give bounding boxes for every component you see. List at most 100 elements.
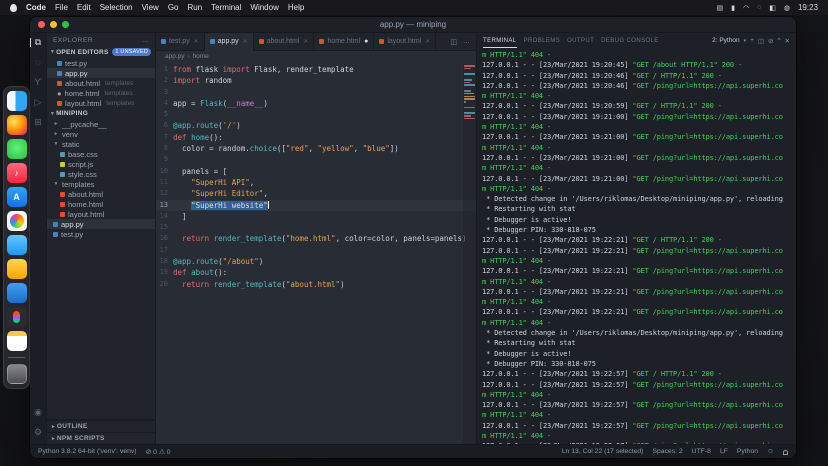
code-line[interactable]: 11 "SuperHi API", [156,177,476,188]
notifications-bell-icon[interactable] [783,450,788,454]
tree-item-static[interactable]: ▾static [47,139,155,149]
tab-app.py[interactable]: app.py✕ [205,33,254,51]
code-line[interactable]: 13 "SuperHi website" [156,200,476,211]
dock-icon-twitter[interactable] [7,235,27,255]
code-line[interactable]: 20 return render_template("about.html") [156,279,476,290]
split-editor-icon[interactable]: ◫ [450,38,457,46]
code-line[interactable]: 6@app.route('/') [156,120,476,131]
zoom-window-button[interactable] [62,21,69,28]
menu-item-edit[interactable]: Edit [77,3,91,12]
tree-item-home.html[interactable]: home.html [47,199,155,209]
code-line[interactable]: 3 [156,87,476,98]
menu-item-view[interactable]: View [142,3,159,12]
close-icon[interactable]: ✕ [194,38,199,45]
panel-tab-terminal[interactable]: TERMINAL [483,33,517,48]
menu-item-code[interactable]: Code [26,3,46,12]
more-actions-icon[interactable]: … [142,37,149,44]
dock-icon-music[interactable]: ♪ [7,163,27,183]
panel-tab-output[interactable]: OUTPUT [567,33,594,48]
split-terminal-icon[interactable]: ◫ [758,37,764,45]
tree-item-templates[interactable]: ▾templates [47,179,155,189]
status-feedback[interactable]: ☺ [767,448,774,455]
breadcrumb-item[interactable]: app.py [165,53,185,60]
extensions-icon[interactable]: ⊞ [30,118,46,127]
open-editor-home.html[interactable]: ●home.htmltemplates [47,88,155,98]
kill-terminal-icon[interactable]: ⊘ [768,37,773,45]
shell-selector[interactable]: 2: Python [712,37,739,44]
status-eol[interactable]: LF [720,448,728,455]
close-panel-icon[interactable]: ✕ [785,37,790,45]
code-line[interactable]: 10 panels = [ [156,166,476,177]
dock-icon-figma[interactable] [7,307,27,327]
code-line[interactable]: 8 color = random.choice(["red", "yellow"… [156,143,476,154]
section-outline[interactable]: OUTLINE [47,420,155,432]
settings-icon[interactable]: ⚙ [30,428,46,437]
menu-item-file[interactable]: File [55,3,68,12]
status-python-interpreter[interactable]: Python 3.8.2 64-bit ('venv': venv) [38,448,137,455]
status-encoding[interactable]: UTF-8 [692,448,711,455]
code-line[interactable]: 1from flask import Flask, render_templat… [156,64,476,75]
menu-item-terminal[interactable]: Terminal [211,3,241,12]
spotlight-icon[interactable]: ◌ [757,4,761,11]
close-icon[interactable]: ✕ [425,38,430,45]
siri-icon[interactable]: ◍ [784,4,790,12]
status-problems[interactable]: ⊘ 0 ⚠ 0 [146,448,171,456]
menu-clock[interactable]: 19:23 [798,3,818,12]
wifi-icon[interactable]: ◠ [743,4,749,12]
open-editors-header[interactable]: OPEN EDITORS 1 UNSAVED [47,46,155,58]
run-debug-icon[interactable]: ▷ [30,98,46,107]
code-line[interactable]: 5 [156,109,476,120]
tree-item-test.py[interactable]: test.py [47,229,155,239]
window-title-bar[interactable]: app.py — miniping [30,17,796,33]
close-window-button[interactable] [38,21,45,28]
tab-about.html[interactable]: about.html✕ [254,33,315,50]
dock-icon-vscode[interactable] [7,283,27,303]
tab-home.html[interactable]: home.html● [314,33,374,50]
tree-item-__pycache__[interactable]: ▸__pycache__ [47,119,155,129]
status-language-mode[interactable]: Python [737,448,758,455]
project-header[interactable]: MINIPING [47,108,155,119]
open-editor-app.py[interactable]: app.py [47,68,155,78]
breadcrumb-item[interactable]: home [193,53,209,60]
dock-icon-sketch[interactable] [7,259,27,279]
dock-icon-appstore[interactable]: A [7,187,27,207]
tab-layout.html[interactable]: layout.html✕ [374,33,436,50]
maximize-panel-icon[interactable]: ^ [777,37,780,45]
tree-item-venv[interactable]: ▸venv [47,129,155,139]
source-control-icon[interactable]: Ƴ [30,78,46,87]
tree-item-script.js[interactable]: script.js [47,159,155,169]
code-line[interactable]: 4app = Flask(__name__) [156,98,476,109]
code-line[interactable]: 18@app.route("/about") [156,256,476,267]
tree-item-about.html[interactable]: about.html [47,189,155,199]
breadcrumb[interactable]: app.py›home [156,51,476,62]
dock-icon-notes[interactable] [7,331,27,351]
dock-icon-photos[interactable] [7,211,27,231]
tree-item-base.css[interactable]: base.css [47,149,155,159]
code-line[interactable]: 16 return render_template("home.html", c… [156,233,476,244]
close-icon[interactable]: ✕ [303,38,308,45]
tree-item-layout.html[interactable]: layout.html [47,209,155,219]
panel-tab-problems[interactable]: PROBLEMS [524,33,561,48]
code-editor[interactable]: 1from flask import Flask, render_templat… [156,62,476,444]
code-line[interactable]: 12 "SuperHi Editor", [156,188,476,199]
menu-item-help[interactable]: Help [288,3,304,12]
code-line[interactable]: 14 ] [156,211,476,222]
code-line[interactable]: 17 [156,245,476,256]
display-icon[interactable]: ▤ [716,4,723,12]
status-cursor-position[interactable]: Ln 13, Col 22 (17 selected) [562,448,644,455]
dock-icon-finder[interactable] [7,91,27,111]
status-indentation[interactable]: Spaces: 2 [652,448,682,455]
code-line[interactable]: 7def home(): [156,132,476,143]
tree-item-style.css[interactable]: style.css [47,169,155,179]
tab-test.py[interactable]: test.py✕ [156,33,205,50]
code-line[interactable]: 9 [156,154,476,165]
control-center-icon[interactable]: ◧ [769,4,776,12]
dock-icon-trash[interactable] [7,364,27,384]
tree-item-app.py[interactable]: app.py [47,219,155,229]
dock-icon-whatsapp[interactable] [7,139,27,159]
code-line[interactable]: 2import random [156,75,476,86]
menu-item-run[interactable]: Run [187,3,202,12]
section-npm-scripts[interactable]: NPM SCRIPTS [47,432,155,444]
menu-item-window[interactable]: Window [250,3,278,12]
battery-icon[interactable]: ▮ [731,4,735,12]
